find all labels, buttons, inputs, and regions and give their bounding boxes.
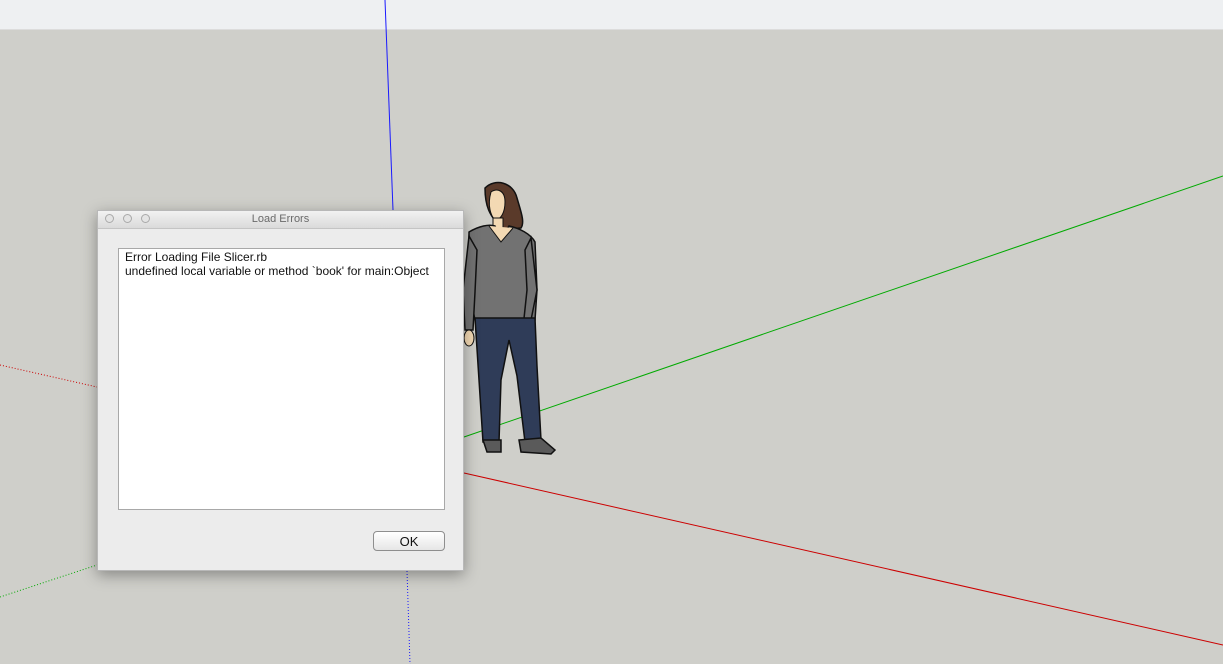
blue-axis-line bbox=[384, 0, 394, 211]
error-log-textarea[interactable]: Error Loading File Slicer.rb undefined l… bbox=[118, 248, 445, 510]
blue-axis-dotted-line bbox=[406, 570, 411, 664]
error-line: undefined local variable or method `book… bbox=[125, 264, 429, 278]
green-axis-dotted-line bbox=[0, 564, 98, 598]
dialog-titlebar[interactable]: Load Errors bbox=[98, 211, 463, 229]
ok-button[interactable]: OK bbox=[373, 531, 445, 551]
person-figure[interactable] bbox=[455, 180, 565, 460]
dialog-title: Load Errors bbox=[251, 213, 310, 225]
red-axis-dotted-line bbox=[0, 364, 98, 388]
green-axis-line bbox=[463, 175, 1223, 438]
red-axis-line bbox=[463, 472, 1223, 646]
error-line: Error Loading File Slicer.rb bbox=[125, 250, 268, 264]
load-errors-dialog: Load Errors Error Loading File Slicer.rb… bbox=[97, 210, 464, 571]
